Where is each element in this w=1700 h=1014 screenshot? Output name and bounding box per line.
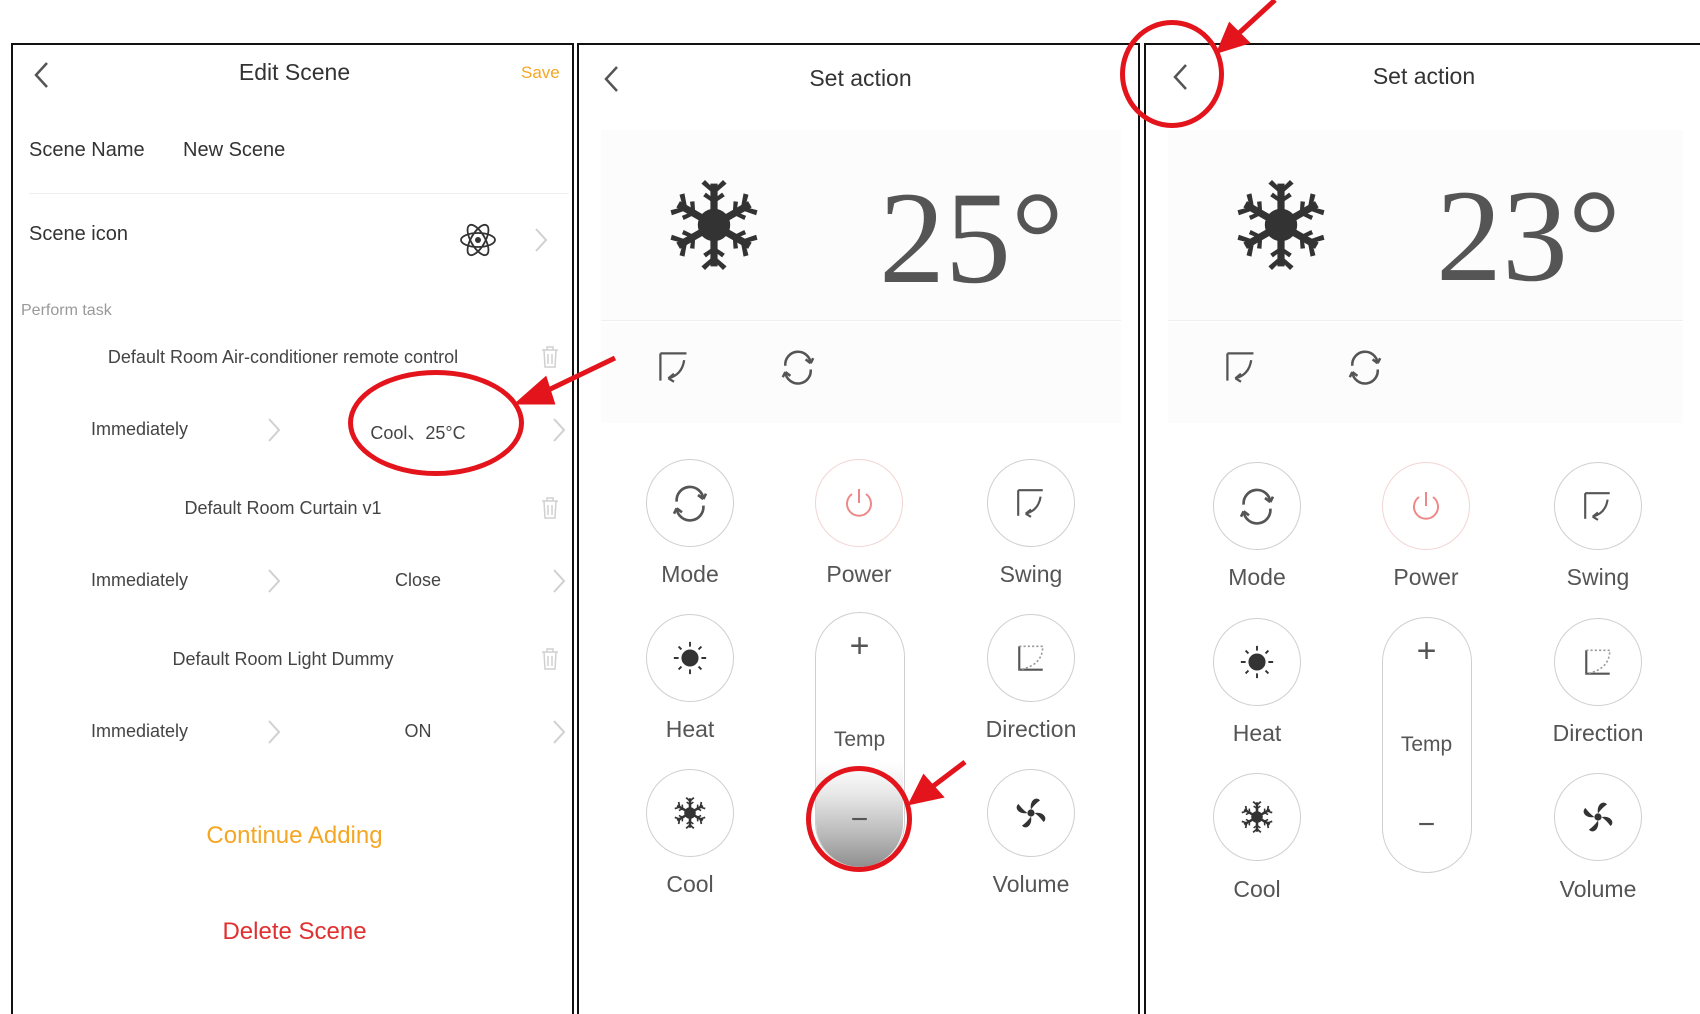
trash-icon[interactable] [540, 345, 560, 369]
temperature-value: 23° [1436, 162, 1621, 309]
power-label: Power [1393, 564, 1459, 590]
heat-button[interactable] [1213, 618, 1301, 706]
temp-label: Temp [833, 728, 886, 751]
power-icon [839, 483, 879, 523]
perform-task-label: Perform task [21, 302, 112, 319]
chevron-right-icon [551, 415, 567, 445]
page-title: Set action [1372, 63, 1476, 89]
heat-button[interactable] [646, 614, 734, 702]
edit-scene-screen: Edit Scene Save Scene Name New Scene Sce… [11, 43, 574, 1014]
chevron-right-icon [266, 415, 282, 445]
continue-adding-button[interactable]: Continue Adding [13, 822, 572, 850]
temp-decrease-button[interactable]: − [1383, 808, 1470, 842]
swing-button[interactable] [1554, 462, 1642, 550]
chevron-right-icon [551, 717, 567, 747]
cool-button[interactable] [1213, 773, 1301, 861]
task-timing[interactable]: Immediately [91, 721, 188, 742]
delete-scene-button[interactable]: Delete Scene [13, 918, 572, 946]
cycle-mode-icon[interactable] [1346, 348, 1384, 386]
chevron-right-icon [266, 566, 282, 596]
swing-icon [1015, 487, 1047, 519]
task-device-name: Default Room Curtain v1 [184, 498, 382, 518]
power-button[interactable] [815, 459, 903, 547]
sun-icon [1239, 644, 1275, 680]
direction-icon [1582, 646, 1614, 678]
set-action-screen: Set action 23° Mode Power Swing Heat Dir… [1144, 43, 1700, 1014]
volume-label: Volume [1559, 876, 1637, 902]
task-device-name: Default Room Air-conditioner remote cont… [107, 347, 459, 367]
swing-label: Swing [1566, 564, 1630, 590]
temp-stepper: + Temp − [1382, 617, 1472, 873]
swing-mode-icon[interactable] [1224, 350, 1258, 384]
power-icon [1406, 486, 1446, 526]
trash-icon[interactable] [540, 647, 560, 671]
cool-button[interactable] [646, 769, 734, 857]
fan-icon [1016, 798, 1046, 828]
snowflake-icon [669, 180, 759, 270]
swing-mode-icon[interactable] [657, 350, 691, 384]
chevron-right-icon [266, 717, 282, 747]
temperature-value: 25° [879, 164, 1064, 311]
mode-button[interactable] [1213, 462, 1301, 550]
task-action[interactable]: ON [348, 721, 488, 742]
direction-icon [1015, 642, 1047, 674]
fan-icon [1583, 802, 1613, 832]
cool-label: Cool [1233, 876, 1281, 902]
temp-label: Temp [1400, 733, 1453, 756]
direction-label: Direction [1552, 720, 1644, 746]
scene-name-label: Scene Name [29, 139, 145, 161]
power-button[interactable] [1382, 462, 1470, 550]
task-device-name: Default Room Light Dummy [172, 649, 394, 669]
temp-increase-button[interactable]: + [1383, 632, 1470, 671]
trash-icon[interactable] [540, 496, 560, 520]
save-button[interactable]: Save [521, 63, 560, 83]
snowflake-icon [1241, 801, 1273, 833]
atom-icon[interactable] [458, 220, 498, 260]
volume-button[interactable] [987, 769, 1075, 857]
volume-button[interactable] [1554, 773, 1642, 861]
annotation-circle [806, 766, 912, 872]
chevron-right-icon [533, 225, 549, 255]
annotation-circle [1120, 20, 1224, 128]
chevron-right-icon [551, 566, 567, 596]
page-title: Edit Scene [238, 59, 351, 85]
page-title: Set action [809, 65, 912, 91]
heat-label: Heat [665, 716, 715, 742]
scene-name-value[interactable]: New Scene [183, 139, 285, 162]
temp-increase-button[interactable]: + [816, 627, 903, 666]
mode-button[interactable] [646, 459, 734, 547]
direction-button[interactable] [1554, 618, 1642, 706]
mode-icon [670, 483, 710, 523]
mode-label: Mode [1228, 564, 1286, 590]
cool-label: Cool [666, 871, 714, 897]
power-label: Power [826, 561, 892, 587]
swing-icon [1582, 490, 1614, 522]
cycle-mode-icon[interactable] [779, 348, 817, 386]
task-timing[interactable]: Immediately [91, 419, 188, 440]
heat-label: Heat [1232, 720, 1282, 746]
snowflake-icon [1236, 180, 1326, 270]
annotation-circle [348, 370, 524, 476]
task-timing[interactable]: Immediately [91, 570, 188, 591]
annotation-arrow [1236, 0, 1277, 36]
direction-button[interactable] [987, 614, 1075, 702]
swing-label: Swing [999, 561, 1063, 587]
mode-label: Mode [661, 561, 719, 587]
scene-icon-label: Scene icon [29, 223, 128, 245]
sun-icon [672, 640, 708, 676]
snowflake-icon [674, 797, 706, 829]
swing-button[interactable] [987, 459, 1075, 547]
volume-label: Volume [992, 871, 1070, 897]
mode-icon [1237, 486, 1277, 526]
direction-label: Direction [985, 716, 1077, 742]
task-action[interactable]: Close [348, 570, 488, 591]
